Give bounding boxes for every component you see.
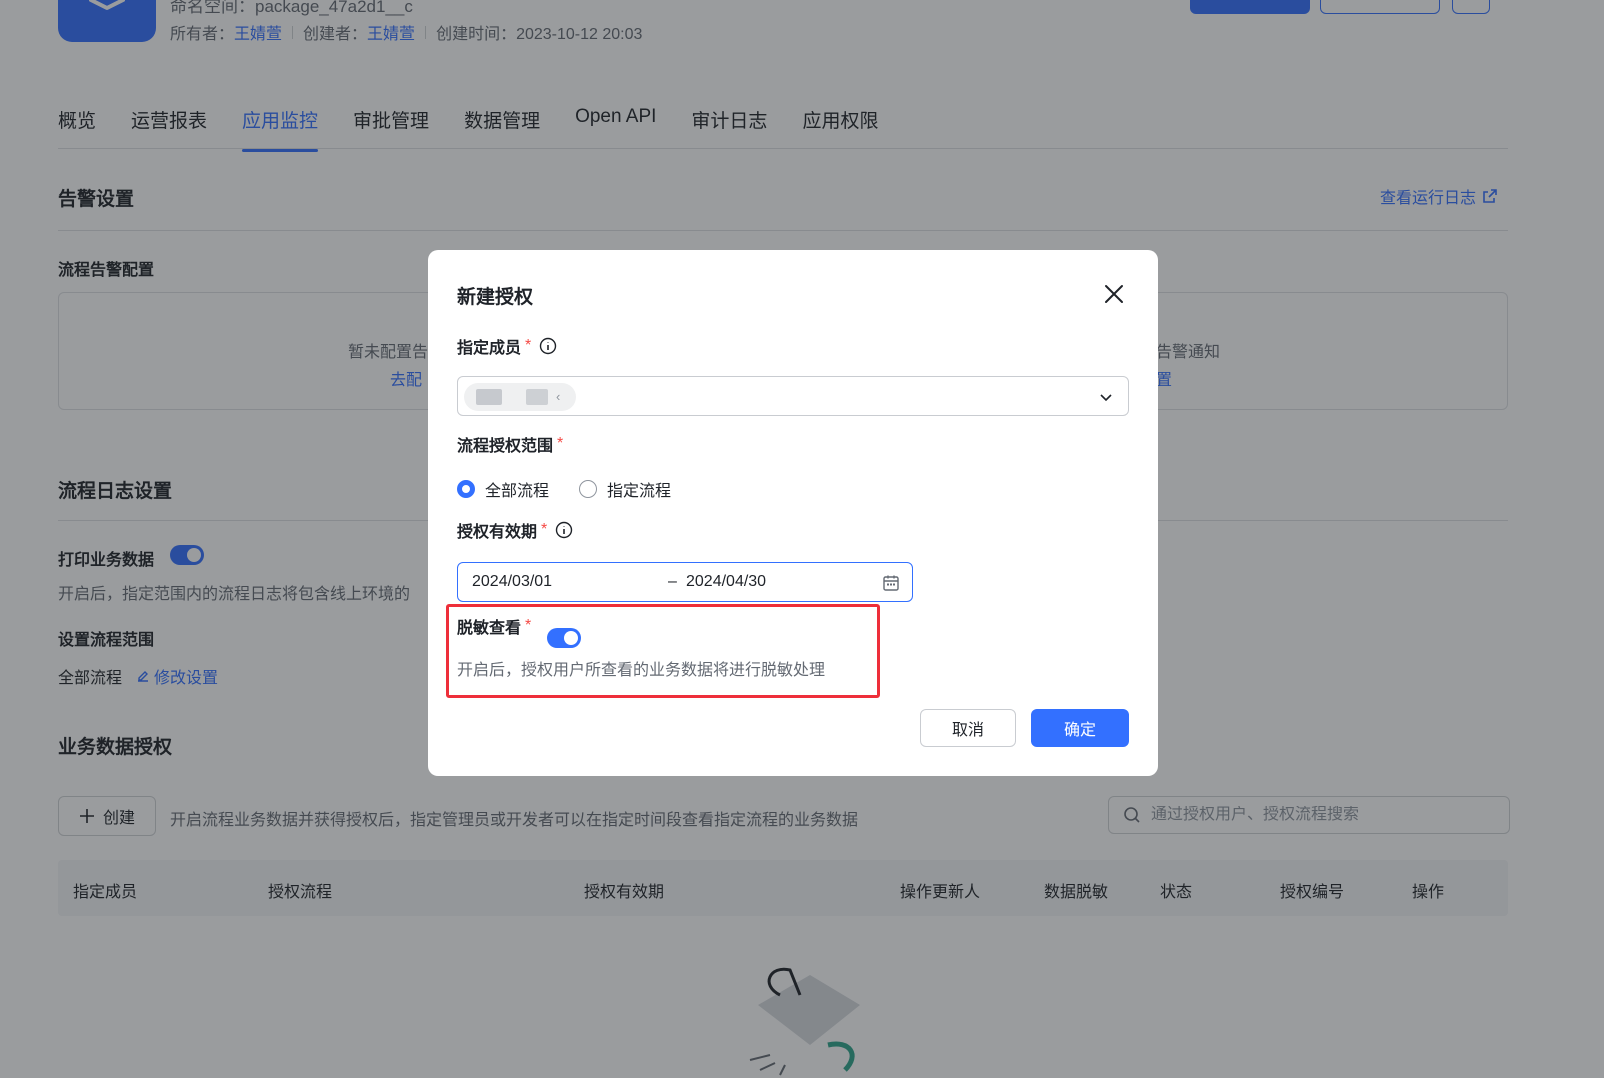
chevron-down-icon xyxy=(1100,394,1112,402)
desensitize-toggle[interactable] xyxy=(547,628,581,648)
avatar-redacted xyxy=(476,389,502,405)
name-redacted xyxy=(526,389,548,405)
desensitize-desc: 开启后，授权用户所查看的业务数据将进行脱敏处理 xyxy=(457,662,826,679)
member-select[interactable]: ‹ xyxy=(457,376,1129,416)
radio-specified-flows[interactable] xyxy=(579,480,598,498)
member-field-label: 指定成员 * xyxy=(457,334,557,358)
scope-radio-group: 全部流程 指定流程 xyxy=(457,477,701,501)
date-end[interactable]: 2024/04/30 xyxy=(686,573,766,591)
scope-label-text: 流程授权范围 xyxy=(457,438,554,455)
required-mark: * xyxy=(557,435,564,452)
radio-specified-flows-label[interactable]: 指定流程 xyxy=(607,477,671,501)
member-tag[interactable]: ‹ xyxy=(464,383,576,411)
dialog-title: 新建授权 xyxy=(457,287,534,308)
info-icon[interactable] xyxy=(539,337,557,355)
validity-field-label: 授权有效期 * xyxy=(457,518,573,542)
radio-all-flows[interactable] xyxy=(457,480,475,498)
radio-all-flows-label[interactable]: 全部流程 xyxy=(485,477,549,501)
calendar-icon[interactable] xyxy=(882,574,900,592)
info-icon[interactable] xyxy=(555,521,573,539)
confirm-button[interactable]: 确定 xyxy=(1031,709,1129,747)
scope-field-label: 流程授权范围 * xyxy=(457,432,563,456)
date-separator: – xyxy=(668,573,677,590)
cancel-button[interactable]: 取消 xyxy=(920,709,1016,747)
date-start[interactable]: 2024/03/01 xyxy=(472,573,552,591)
validity-label-text: 授权有效期 xyxy=(457,524,538,541)
required-mark: * xyxy=(541,521,548,538)
close-icon[interactable] xyxy=(1102,282,1126,306)
required-mark: * xyxy=(525,617,532,634)
desensitize-field-label: 脱敏查看 * xyxy=(457,614,531,638)
new-auth-dialog: 新建授权 指定成员 * ‹ 流程授权范围 * 全部流程 指定流程 授权有效期 * xyxy=(428,250,1158,776)
tag-remove-icon[interactable]: ‹ xyxy=(556,389,560,404)
member-label-text: 指定成员 xyxy=(457,340,522,357)
date-range-picker[interactable]: 2024/03/01 – 2024/04/30 xyxy=(457,562,913,602)
desensitize-label-text: 脱敏查看 xyxy=(457,620,522,637)
required-mark: * xyxy=(525,337,532,354)
